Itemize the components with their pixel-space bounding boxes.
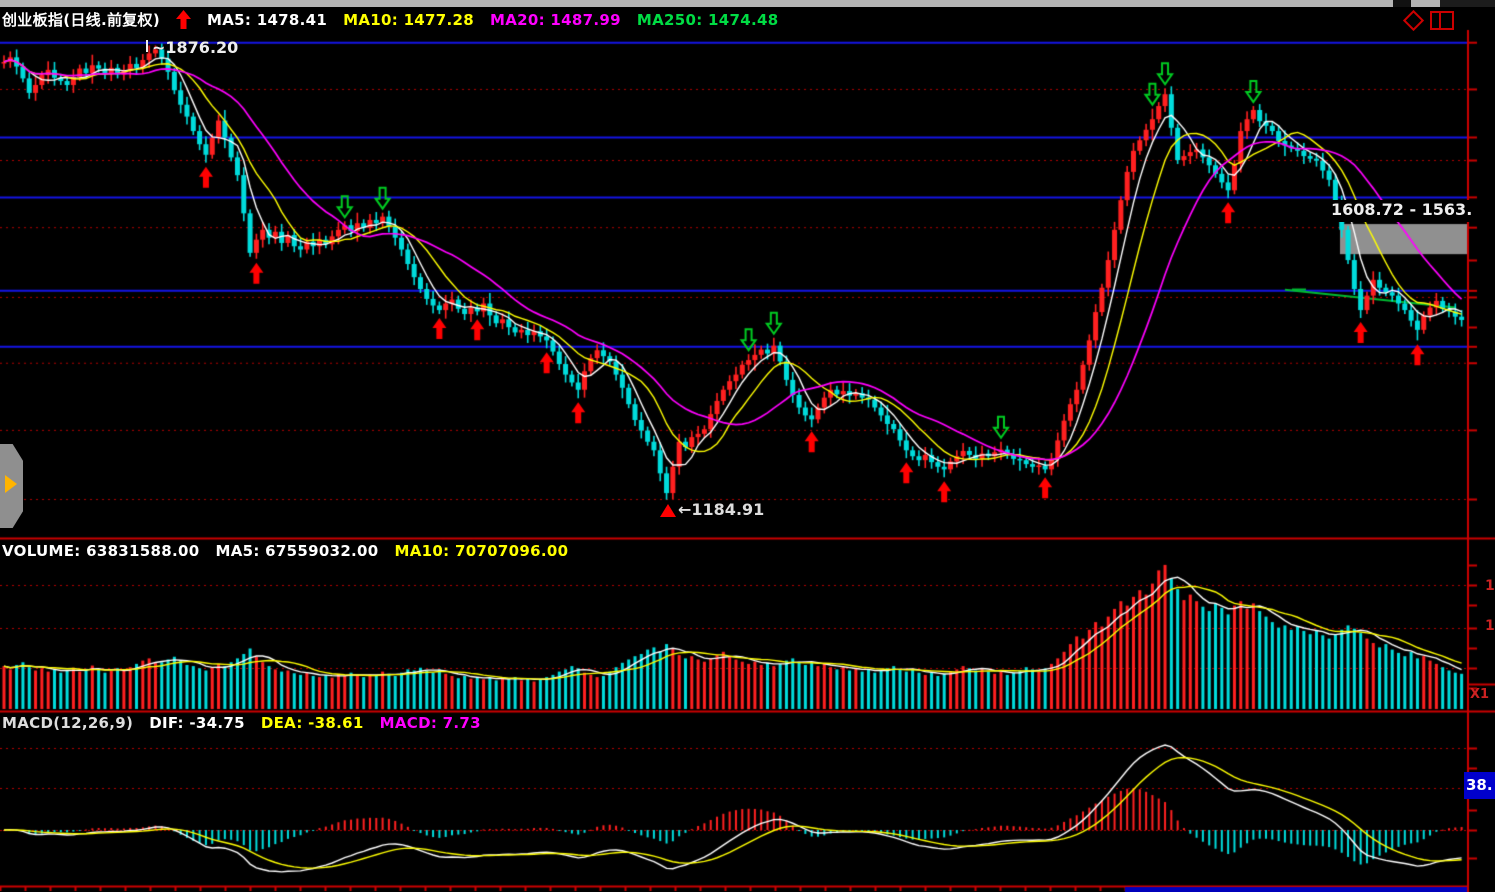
instrument-title: 创业板指(日线.前复权) [2, 9, 160, 30]
split-window-icon-bar [1439, 13, 1441, 28]
volume-ma10-value: MA10: 70707096.00 [395, 542, 569, 560]
dea-axis-badge: 38. [1464, 772, 1495, 799]
ma250-value: MA250: 1474.48 [637, 11, 779, 29]
volume-ma5-value: MA5: 67559032.00 [215, 542, 378, 560]
trading-app-screen: 创业板指(日线.前复权) MA5: 1478.41 MA10: 1477.28 … [0, 0, 1495, 892]
macd-value: MACD: 7.73 [380, 714, 481, 732]
volume-multiplier-label: X1 [1470, 687, 1495, 702]
dea-value: DEA: -38.61 [261, 714, 364, 732]
low-triangle-icon [660, 504, 676, 517]
high-price-label: ~1876.20 [152, 38, 238, 57]
left-panel-expander[interactable] [0, 444, 23, 528]
ma10-value: MA10: 1477.28 [343, 11, 474, 29]
ma20-value: MA20: 1487.99 [490, 11, 621, 29]
low-price-text: ←1184.91 [678, 500, 764, 519]
split-window-icon[interactable] [1430, 11, 1454, 30]
low-price-label: ←1184.91 [660, 500, 764, 519]
trend-up-icon [176, 10, 191, 29]
volume-axis-label-2: 1 [1485, 618, 1495, 634]
high-price-tick [146, 40, 148, 52]
volume-axis-label-1: 1 [1485, 578, 1495, 594]
main-chart-header: 创业板指(日线.前复权) MA5: 1478.41 MA10: 1477.28 … [2, 9, 778, 30]
price-range-tooltip: 1608.72 - 1563. [1331, 200, 1495, 222]
macd-header: MACD(12,26,9) DIF: -34.75 DEA: -38.61 MA… [2, 714, 481, 732]
ma5-value: MA5: 1478.41 [207, 11, 327, 29]
dif-value: DIF: -34.75 [149, 714, 245, 732]
macd-name: MACD(12,26,9) [2, 714, 133, 732]
expander-arrow-icon [5, 475, 17, 493]
volume-header: VOLUME: 63831588.00 MA5: 67559032.00 MA1… [2, 542, 568, 560]
chart-canvas[interactable] [0, 0, 1495, 892]
volume-value: VOLUME: 63831588.00 [2, 542, 199, 560]
